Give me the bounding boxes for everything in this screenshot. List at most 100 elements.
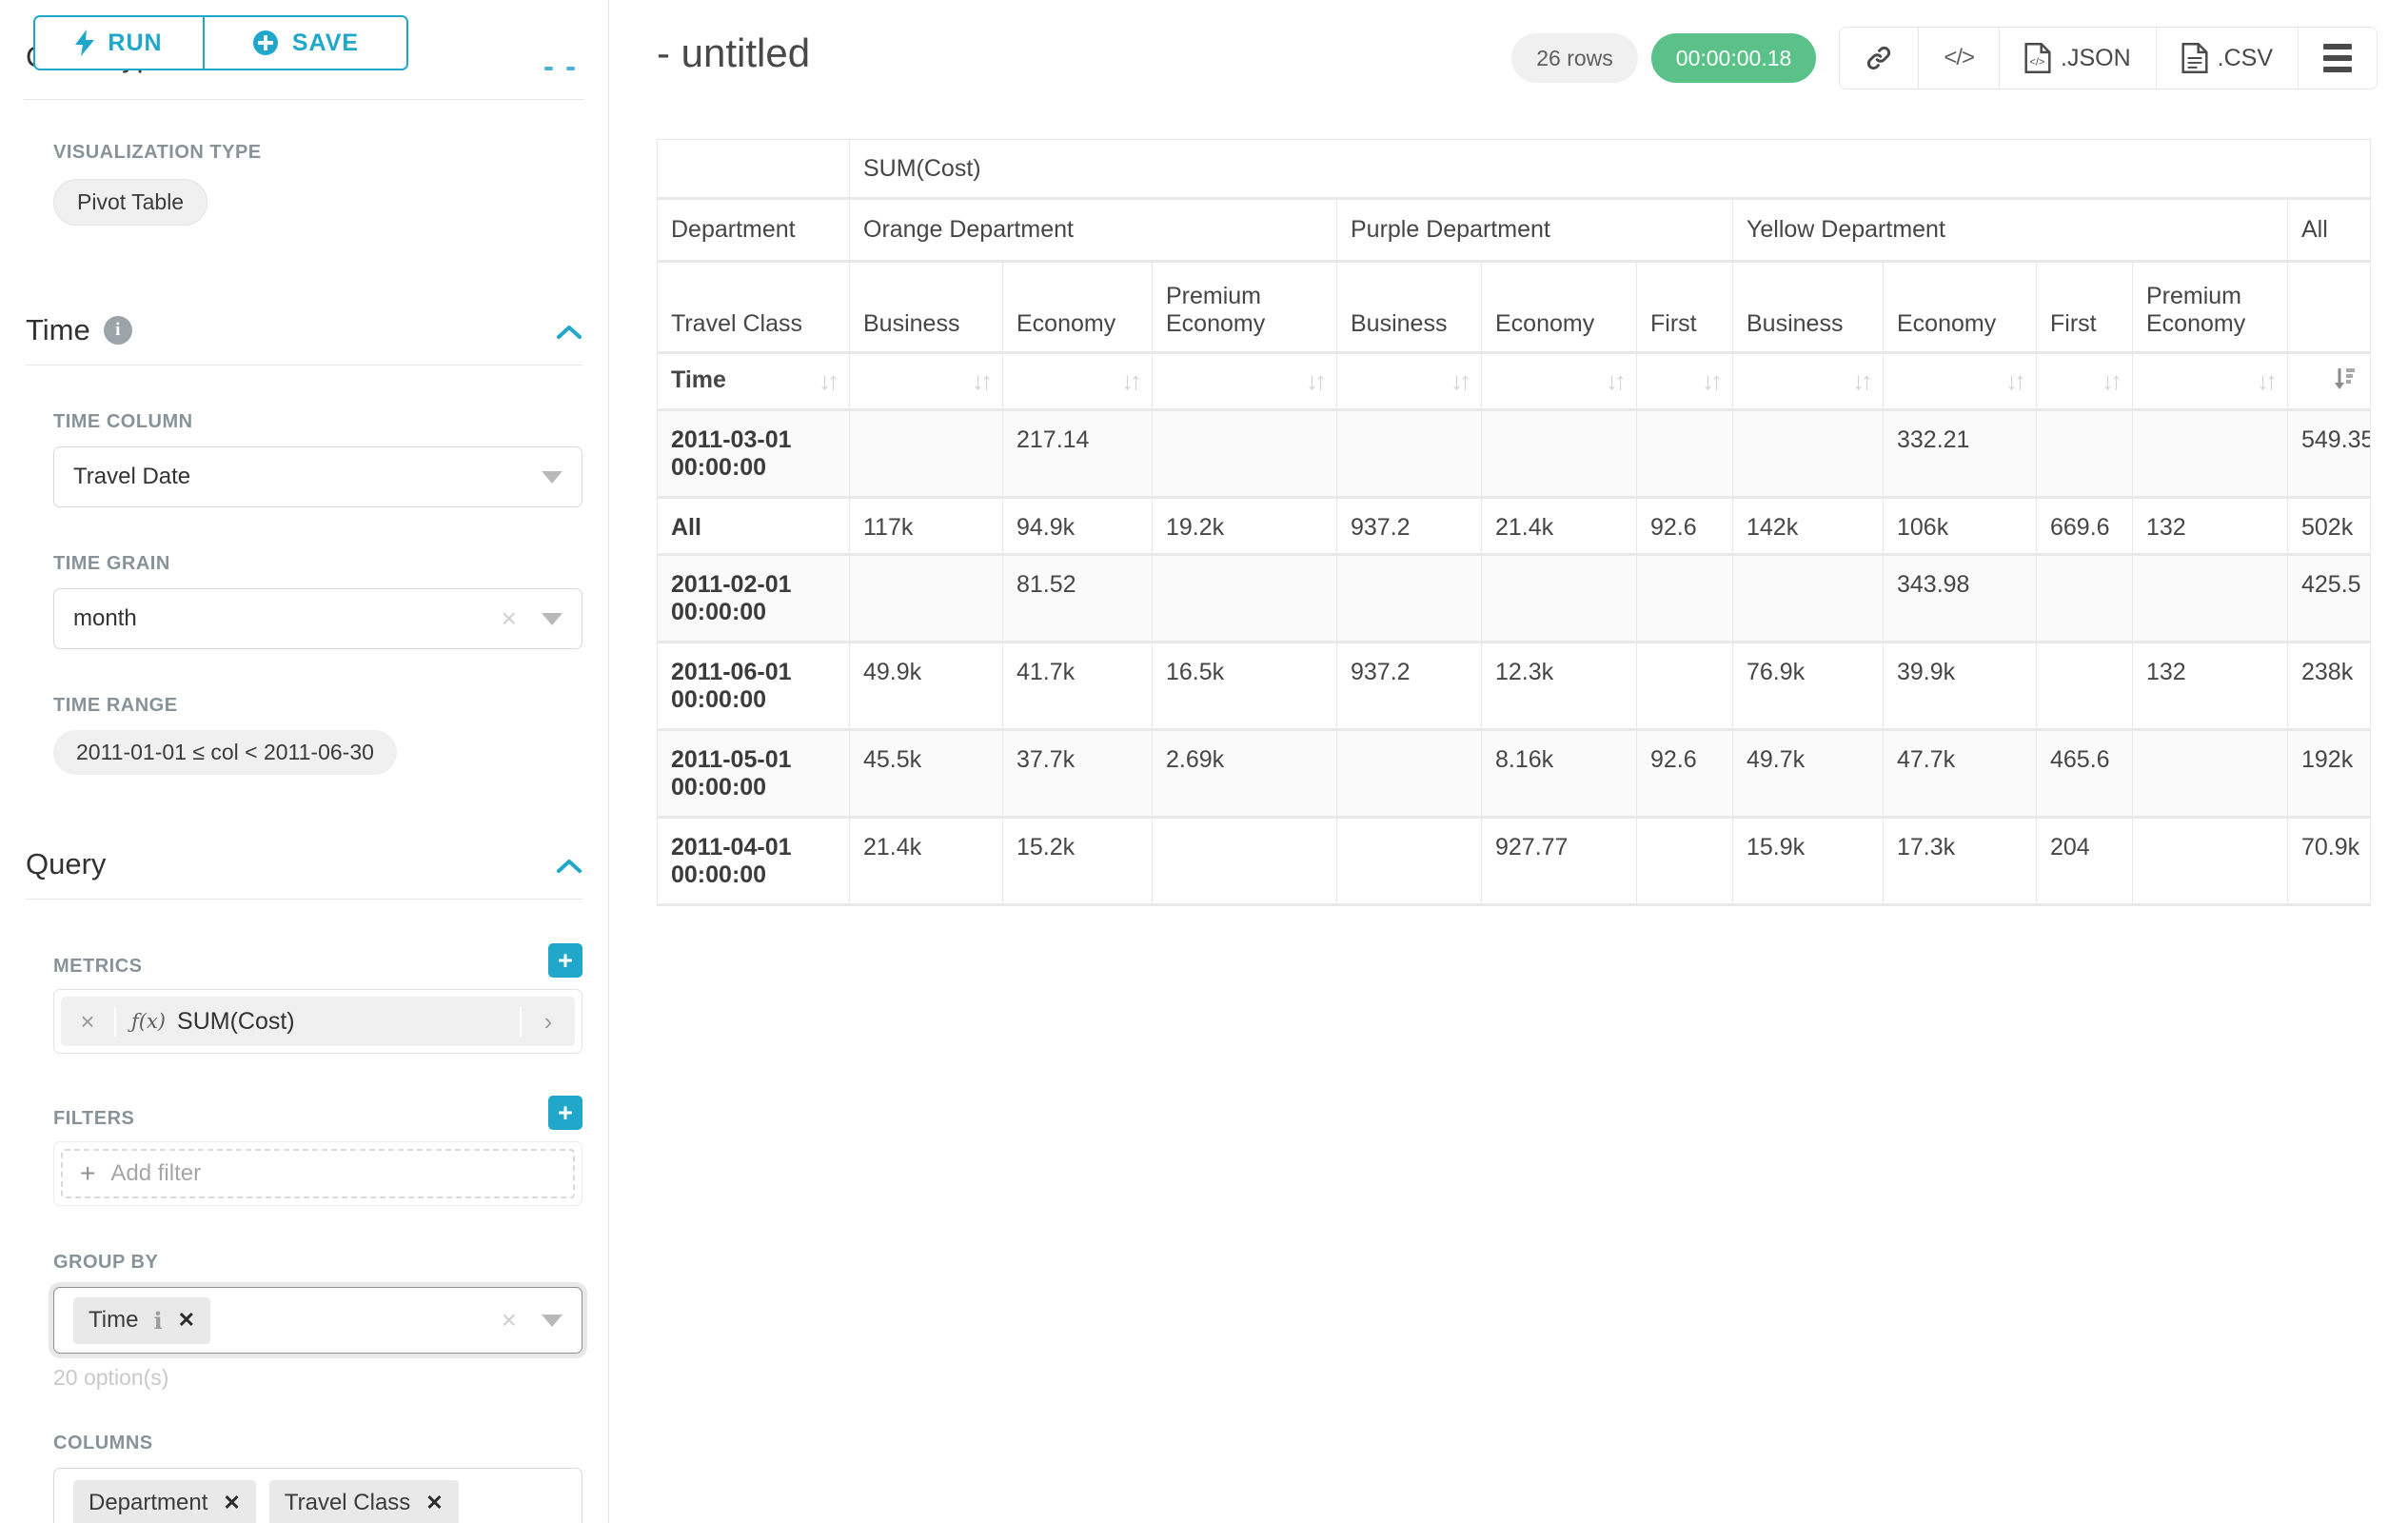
metric-item[interactable]: × ƒ(x) SUM(Cost) ›: [53, 989, 582, 1054]
class-header: Economy: [1482, 262, 1637, 353]
pivot-cell: [2037, 555, 2133, 643]
add-filter-dropzone[interactable]: + Add filter: [61, 1149, 575, 1198]
sort-icon[interactable]: ↓↑: [1702, 366, 1719, 396]
sort-icon[interactable]: ↓↑: [1306, 366, 1323, 396]
columns-tag-department[interactable]: Department ✕: [73, 1480, 256, 1523]
pivot-cell: 502k: [2288, 498, 2371, 555]
pivot-cell: [1637, 410, 1733, 498]
query-section-header: Query: [26, 847, 582, 881]
pivot-cell: 21.4k: [1482, 498, 1637, 555]
time-grain-select[interactable]: month ×: [53, 588, 582, 649]
viz-type-value[interactable]: Pivot Table: [53, 179, 207, 226]
time-column-select[interactable]: Travel Date: [53, 446, 582, 507]
pivot-cell: 132: [2133, 643, 2288, 730]
remove-tag-icon[interactable]: ✕: [178, 1308, 195, 1333]
add-filter-label: Add filter: [110, 1160, 201, 1187]
svg-text:</>: </>: [2029, 56, 2044, 68]
time-section-header: Time i: [26, 313, 582, 347]
department-corner: Department: [658, 199, 850, 262]
remove-tag-icon[interactable]: ✕: [223, 1491, 240, 1515]
pivot-cell: 37.7k: [1003, 730, 1153, 818]
add-metric-button[interactable]: +: [548, 943, 582, 978]
sort-cell: ↓↑: [1482, 353, 1637, 410]
pivot-cell: [1153, 818, 1337, 905]
sort-icon[interactable]: ↓↑: [1606, 366, 1623, 396]
clear-icon[interactable]: ×: [502, 1305, 517, 1335]
json-label: .JSON: [2061, 45, 2131, 72]
pivot-cell: [1637, 643, 1733, 730]
sort-icon[interactable]: ↓↑: [819, 366, 836, 396]
filters-label: FILTERS: [53, 1108, 134, 1130]
plus-icon: +: [80, 1158, 95, 1189]
class-header: Economy: [1884, 262, 2037, 353]
row-key: 2011-05-01 00:00:00: [658, 730, 850, 818]
columns-select[interactable]: Department ✕ Travel Class ✕ ×: [53, 1468, 582, 1523]
filters-box: + Add filter: [53, 1141, 582, 1206]
chevron-down-icon: [542, 471, 563, 484]
sort-descending-icon[interactable]: [2332, 366, 2357, 397]
pivot-cell: 343.98: [1884, 555, 2037, 643]
share-link-button[interactable]: [1840, 28, 1919, 89]
sort-icon[interactable]: ↓↑: [2257, 366, 2274, 396]
remove-metric-icon[interactable]: ×: [61, 1007, 116, 1037]
pivot-cell: 16.5k: [1153, 643, 1337, 730]
table-row: 2011-04-01 00:00:0021.4k15.2k927.7715.9k…: [658, 818, 2371, 905]
plus-circle-icon: [252, 30, 279, 56]
chart-title: - untitled: [657, 17, 810, 76]
divider: [26, 365, 582, 366]
sort-cell: ↓↑: [1337, 353, 1482, 410]
time-grain-value: month: [73, 605, 137, 632]
menu-button[interactable]: [2299, 28, 2377, 89]
pivot-cell: [850, 410, 1003, 498]
sort-icon[interactable]: ↓↑: [1852, 366, 1869, 396]
divider: [26, 899, 582, 900]
columns-label: COLUMNS: [53, 1433, 582, 1454]
sort-icon[interactable]: ↓↑: [1121, 366, 1138, 396]
pivot-cell: 15.2k: [1003, 818, 1153, 905]
pivot-cell: [1637, 818, 1733, 905]
columns-tag-travel-class[interactable]: Travel Class ✕: [269, 1480, 459, 1523]
view-query-button[interactable]: </>: [1919, 28, 2000, 89]
group-by-select[interactable]: Time i ✕ ×: [53, 1287, 582, 1354]
class-header: First: [2037, 262, 2133, 353]
pivot-cell: 2.69k: [1153, 730, 1337, 818]
sort-icon[interactable]: ↓↑: [1451, 366, 1468, 396]
remove-tag-icon[interactable]: ✕: [425, 1491, 443, 1515]
chevron-down-icon: [542, 1315, 563, 1327]
sort-icon[interactable]: ↓↑: [2005, 366, 2023, 396]
add-filter-button[interactable]: +: [548, 1096, 582, 1130]
sort-cell: ↓↑: [850, 353, 1003, 410]
run-label: RUN: [108, 30, 162, 57]
time-range-value[interactable]: 2011-01-01 ≤ col < 2011-06-30: [53, 730, 397, 775]
chevron-up-icon[interactable]: [556, 847, 582, 881]
table-row: 2011-06-01 00:00:0049.9k41.7k16.5k937.21…: [658, 643, 2371, 730]
sort-icon[interactable]: ↓↑: [972, 366, 989, 396]
expand-metric-icon[interactable]: ›: [520, 1007, 575, 1037]
pivot-cell: 8.16k: [1482, 730, 1637, 818]
pivot-cell: [1153, 555, 1337, 643]
export-json-button[interactable]: </> .JSON: [2000, 28, 2157, 89]
main-header: - untitled 26 rows 00:00:00.18 </> </> .…: [657, 17, 2378, 89]
pivot-cell: 132: [2133, 498, 2288, 555]
pivot-cell: 70.9k: [2288, 818, 2371, 905]
chevron-up-icon[interactable]: [556, 313, 582, 347]
info-icon: i: [153, 1307, 162, 1335]
run-button[interactable]: RUN: [35, 17, 205, 69]
group-header-orange: Orange Department: [850, 199, 1337, 262]
group-by-tag-time[interactable]: Time i ✕: [73, 1297, 210, 1344]
export-csv-button[interactable]: .CSV: [2157, 28, 2299, 89]
metric-value: SUM(Cost): [177, 1008, 295, 1036]
pivot-cell: 17.3k: [1884, 818, 2037, 905]
pivot-cell: 465.6: [2037, 730, 2133, 818]
pivot-cell: [1482, 555, 1637, 643]
file-csv-icon: [2181, 43, 2208, 73]
tag-label: Department: [89, 1490, 207, 1516]
sort-icon[interactable]: ↓↑: [2102, 366, 2119, 396]
save-button[interactable]: SAVE: [205, 17, 406, 69]
pivot-cell: [1733, 410, 1884, 498]
metrics-label: METRICS: [53, 956, 143, 978]
pivot-cell: 927.77: [1482, 818, 1637, 905]
group-header-purple: Purple Department: [1337, 199, 1733, 262]
clear-icon[interactable]: ×: [502, 603, 517, 634]
time-column-value: Travel Date: [73, 464, 190, 490]
